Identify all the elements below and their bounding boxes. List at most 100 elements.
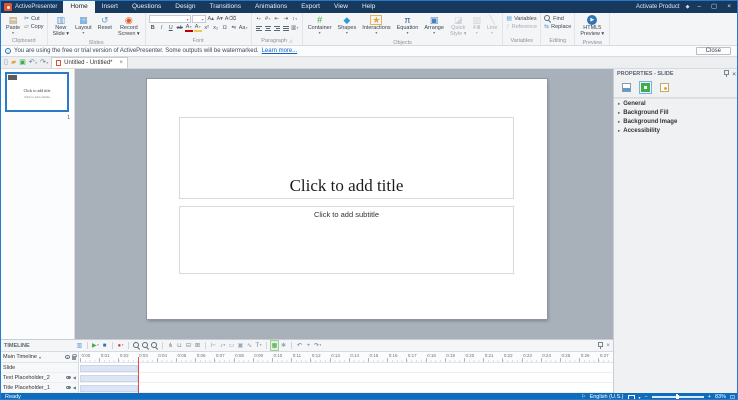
- dialog-launcher-icon[interactable]: ◿: [289, 37, 292, 45]
- undo-timeline-button[interactable]: ↶: [296, 341, 303, 350]
- notifications-icon[interactable]: ◆: [686, 4, 690, 10]
- zoom-mode-chevron-icon[interactable]: ▾: [639, 395, 641, 400]
- timeline-row-title-placeholder-1[interactable]: Title Placeholder_1◀: [1, 383, 78, 393]
- maximize-button[interactable]: ▢: [709, 1, 719, 13]
- playhead[interactable]: [138, 357, 139, 394]
- document-close-icon[interactable]: ×: [120, 60, 124, 66]
- superscript-button[interactable]: x²: [203, 24, 211, 32]
- clear-formatting-button[interactable]: A⌫: [225, 15, 236, 23]
- cut-button[interactable]: ✂Cut: [24, 15, 43, 22]
- notification-close-button[interactable]: Close: [696, 47, 731, 55]
- play-button[interactable]: ▶▾: [92, 341, 99, 350]
- shapes-button[interactable]: ◆Shapes▾: [336, 14, 359, 36]
- document-tab[interactable]: Untitled - Untitled* ×: [51, 57, 128, 68]
- html5-preview-button[interactable]: ▶HTML5Preview ▾: [578, 14, 606, 39]
- tab-transitions[interactable]: Transitions: [202, 1, 248, 13]
- timeline-bar[interactable]: [80, 365, 138, 372]
- cut-range-button[interactable]: ⊟: [185, 341, 192, 350]
- fit-slide-icon[interactable]: ⊡: [730, 394, 735, 400]
- pan-timeline-button[interactable]: ▥: [76, 341, 83, 350]
- highlight-color-button[interactable]: A▾: [194, 24, 202, 32]
- reset-button[interactable]: ↺Reset: [96, 14, 114, 32]
- screenshot-button[interactable]: ▣: [237, 341, 244, 350]
- variables-button[interactable]: ▤Variables: [506, 15, 537, 22]
- save-document-button[interactable]: ▣: [19, 59, 26, 66]
- timeline-selector[interactable]: Main Timeline: [3, 354, 37, 360]
- insert-image-button[interactable]: ▭: [228, 341, 235, 350]
- copy-button[interactable]: ▱Copy: [24, 23, 43, 30]
- chevron-down-icon[interactable]: ▾: [39, 355, 41, 360]
- timeline-settings-button[interactable]: ✱: [280, 341, 287, 350]
- minimize-button[interactable]: –: [695, 1, 703, 13]
- layout-button[interactable]: ▦Layout▾: [73, 14, 94, 36]
- join-button[interactable]: ⊔: [176, 341, 183, 350]
- align-left-button[interactable]: [255, 24, 263, 32]
- eye-icon[interactable]: [66, 386, 71, 390]
- numbering-button[interactable]: #▾: [264, 15, 272, 23]
- fit-to-window-icon[interactable]: [628, 395, 635, 400]
- zoom-slider[interactable]: [652, 396, 704, 398]
- tab-design[interactable]: Design: [168, 1, 202, 13]
- interactions-button[interactable]: ★Interactions▾: [360, 14, 392, 36]
- italic-button[interactable]: I: [158, 24, 166, 32]
- font-size-combo[interactable]: ▾: [192, 15, 206, 23]
- language-label[interactable]: English (U.S.): [590, 394, 624, 400]
- shrink-font-button[interactable]: A▾: [216, 15, 224, 23]
- tab-help[interactable]: Help: [355, 1, 382, 13]
- timeline-row-text-placeholder-2[interactable]: Text Placeholder_2◀: [1, 373, 78, 383]
- zoom-out-button[interactable]: −: [142, 341, 149, 350]
- timeline-bar[interactable]: [80, 375, 138, 382]
- undo-button[interactable]: ↶▾: [29, 59, 37, 66]
- subscript-button[interactable]: x₂: [212, 24, 220, 32]
- new-document-button[interactable]: ▯: [4, 59, 8, 66]
- split-button[interactable]: ⋔: [167, 341, 174, 350]
- audio-icon[interactable]: ◀: [73, 385, 76, 390]
- section-accessibility[interactable]: ▸Accessibility: [614, 126, 738, 135]
- character-spacing-button[interactable]: ⇋: [230, 24, 238, 32]
- align-center-button[interactable]: [264, 24, 272, 32]
- record-narration-button[interactable]: ●▾: [117, 341, 124, 350]
- tab-size-properties[interactable]: [639, 81, 652, 94]
- zoom-in-button[interactable]: +: [708, 394, 711, 400]
- strikethrough-button[interactable]: ab: [176, 24, 184, 32]
- replace-button[interactable]: ⇆Replace: [544, 23, 571, 30]
- properties-close-icon[interactable]: ×: [732, 71, 736, 78]
- audio-wave-button[interactable]: ∿: [246, 341, 253, 350]
- grow-font-button[interactable]: A▴: [207, 15, 215, 23]
- lock-column-icon[interactable]: [72, 356, 77, 360]
- caption-button[interactable]: T▾: [255, 341, 262, 350]
- audio-icon[interactable]: ◀: [73, 375, 76, 380]
- timeline-row-slide[interactable]: Slide: [1, 363, 78, 373]
- tab-questions[interactable]: Questions: [125, 1, 168, 13]
- new-slide-button[interactable]: ▥NewSlide ▾: [51, 14, 72, 39]
- columns-button[interactable]: ▥▾: [291, 24, 299, 32]
- zoom-percent[interactable]: 83%: [715, 394, 726, 400]
- subtitle-placeholder[interactable]: Click to add subtitle: [179, 206, 514, 274]
- add-animation-button[interactable]: +: [305, 341, 312, 350]
- change-case-button[interactable]: Aa▾: [239, 24, 248, 32]
- section-background-fill[interactable]: ▸Background Fill: [614, 108, 738, 117]
- zoom-fit-button[interactable]: [151, 341, 158, 350]
- insert-symbol-button[interactable]: Ω: [221, 24, 229, 32]
- zoom-in-button[interactable]: +: [133, 341, 140, 350]
- delete-range-button[interactable]: ⊠: [194, 341, 201, 350]
- slide[interactable]: Click to add title Click to add subtitle: [147, 79, 547, 319]
- timeline-close-icon[interactable]: ×: [606, 342, 610, 349]
- pin-icon[interactable]: [723, 70, 728, 78]
- find-button[interactable]: Find: [544, 15, 571, 22]
- open-document-button[interactable]: ▰: [11, 59, 16, 66]
- audio-button[interactable]: ♪▾: [219, 341, 226, 350]
- timeline-ruler[interactable]: 0:000:010:020:030:040:050:060:070:080:09…: [80, 352, 613, 363]
- zoom-slider-thumb[interactable]: [676, 394, 679, 400]
- section-general[interactable]: ▸General: [614, 99, 738, 108]
- tab-view[interactable]: View: [327, 1, 355, 13]
- learn-more-link[interactable]: Learn more...: [262, 48, 298, 54]
- close-window-button[interactable]: ×: [725, 1, 733, 13]
- record-screen-button[interactable]: ◉RecordScreen ▾: [116, 14, 142, 39]
- stop-button[interactable]: ■: [101, 341, 108, 350]
- line-spacing-button[interactable]: ↕▾: [291, 15, 299, 23]
- redo-timeline-button[interactable]: ↷▾: [314, 341, 321, 350]
- font-color-button[interactable]: A▾: [185, 24, 193, 32]
- font-family-combo[interactable]: ▾: [149, 15, 191, 23]
- bullets-button[interactable]: •▾: [255, 15, 263, 23]
